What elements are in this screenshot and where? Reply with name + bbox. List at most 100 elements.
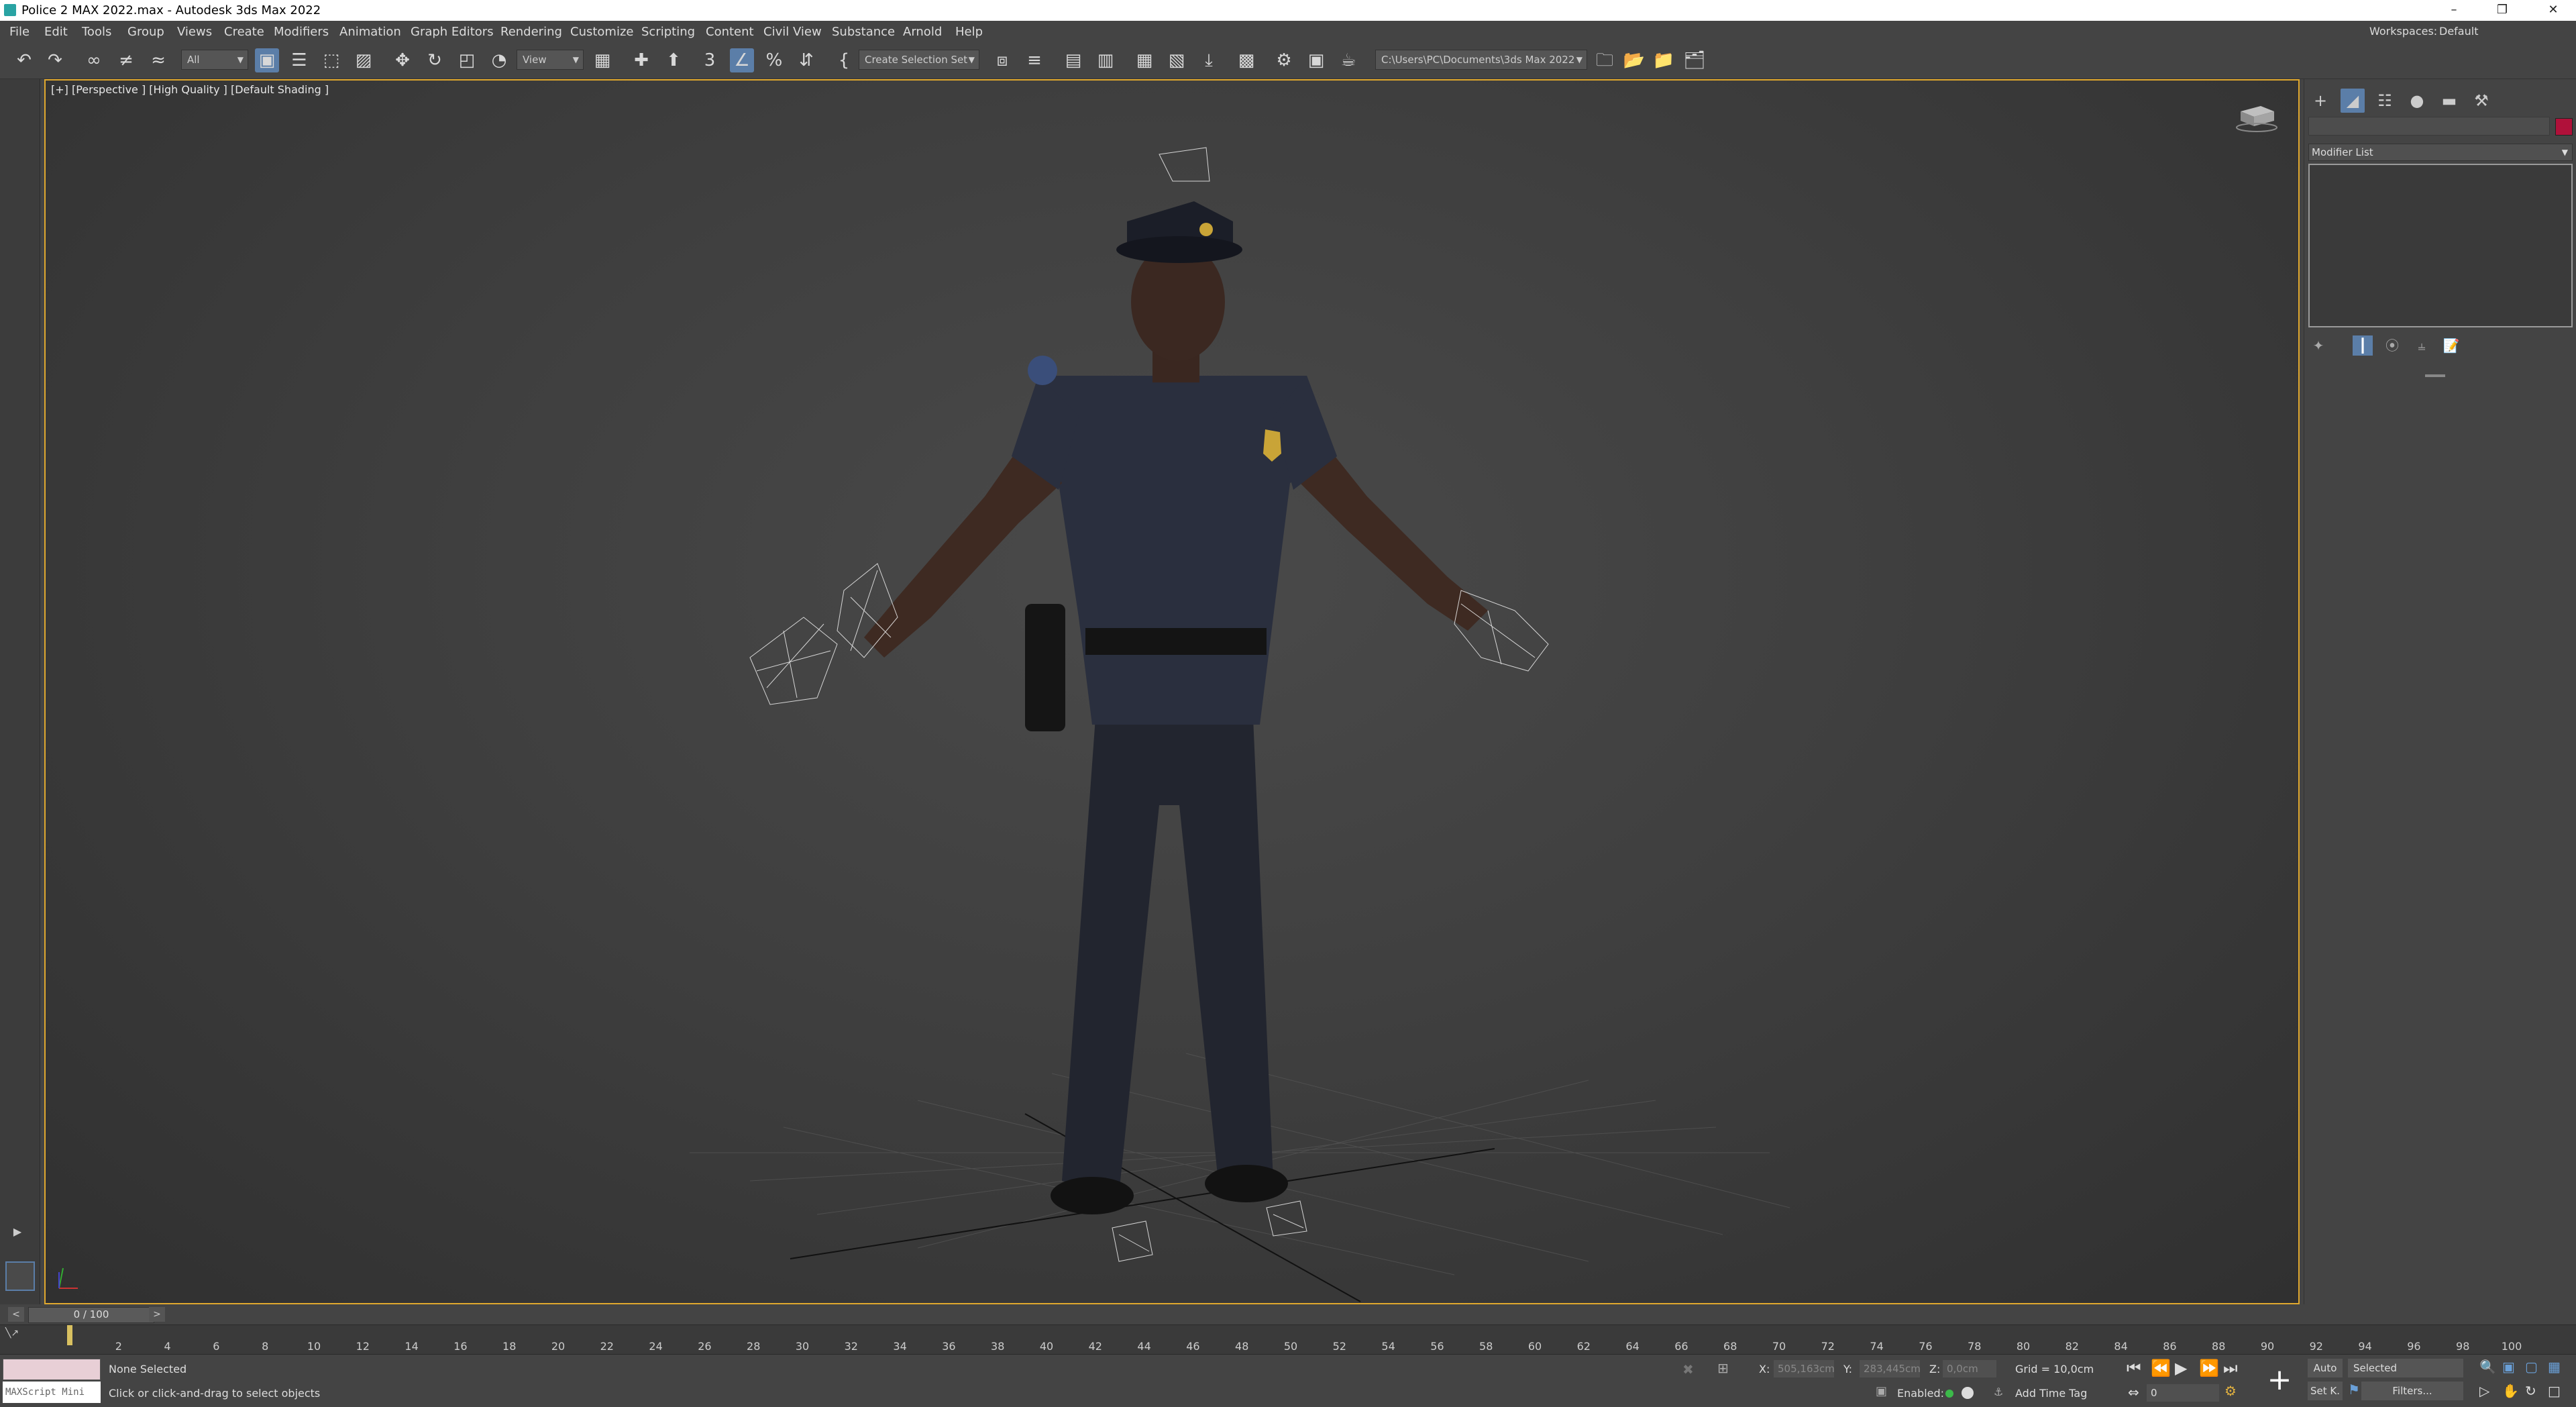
z-coord-field[interactable]: 0,0cm	[1943, 1360, 1996, 1377]
menu-scripting[interactable]: Scripting	[641, 25, 695, 39]
zoom-extents-icon[interactable]: ▢	[2525, 1359, 2538, 1375]
scale-icon[interactable]: ◰	[455, 48, 479, 72]
play-arrow-icon[interactable]: ▶	[9, 1225, 25, 1241]
menu-substance[interactable]: Substance	[832, 25, 895, 39]
menu-rendering[interactable]: Rendering	[500, 25, 562, 39]
next-frame-button[interactable]: >	[149, 1307, 165, 1322]
render-production-icon[interactable]: ☕	[1336, 48, 1360, 72]
menu-civil-view[interactable]: Civil View	[763, 25, 822, 39]
modify-tab-icon[interactable]: ◢	[2341, 89, 2365, 113]
ref-coord-dropdown[interactable]: View ▼	[517, 50, 584, 70]
render-setup-icon[interactable]: ⚙	[1272, 48, 1296, 72]
filters-button[interactable]: Filters...	[2361, 1382, 2463, 1400]
orbit-icon[interactable]: ↻	[2525, 1383, 2536, 1399]
undo-icon[interactable]: ↶	[12, 48, 36, 72]
key-filter-dropdown[interactable]: Selected	[2348, 1359, 2463, 1377]
time-position-marker[interactable]	[67, 1325, 72, 1345]
named-selection-dropdown[interactable]: Create Selection Set ▼	[859, 50, 979, 70]
mirror-icon[interactable]: ⧈	[990, 48, 1014, 72]
folder-settings-icon[interactable]: 🗂	[1682, 48, 1707, 72]
object-name-field[interactable]	[2308, 117, 2550, 136]
go-to-end-icon[interactable]: ⏭	[2223, 1359, 2238, 1377]
move-icon[interactable]: ✥	[390, 48, 415, 72]
remove-modifier-icon[interactable]: ⫨	[2412, 335, 2432, 356]
scene-explorer-icon[interactable]: ▤	[1061, 48, 1085, 72]
show-end-result-icon[interactable]: ┃	[2353, 335, 2373, 356]
maxscript-listener-output[interactable]	[3, 1359, 101, 1380]
menu-views[interactable]: Views	[177, 25, 212, 39]
align-icon[interactable]: ≡	[1022, 48, 1046, 72]
pivot-center-icon[interactable]: ▦	[590, 48, 614, 72]
open-folder-icon[interactable]: 📂	[1622, 48, 1646, 72]
panel-divider[interactable]	[2425, 374, 2445, 377]
set-key-plus-icon[interactable]: +	[2262, 1363, 2297, 1398]
menu-modifiers[interactable]: Modifiers	[274, 25, 329, 39]
layer-explorer-icon[interactable]: ▥	[1093, 48, 1118, 72]
viewcube-icon[interactable]	[2234, 101, 2278, 134]
restore-button[interactable]: ❐	[2486, 1, 2518, 19]
window-crossing-icon[interactable]: ▨	[352, 48, 376, 72]
bind-spacewarp-icon[interactable]: ≈	[146, 48, 170, 72]
link-icon[interactable]: ∞	[82, 48, 106, 72]
menu-animation[interactable]: Animation	[339, 25, 401, 39]
create-tab-icon[interactable]: +	[2308, 89, 2332, 113]
close-button[interactable]: ✕	[2537, 1, 2569, 19]
material-editor-icon[interactable]: ▩	[1234, 48, 1258, 72]
place-icon[interactable]: ◔	[487, 48, 511, 72]
menu-arnold[interactable]: Arnold	[903, 25, 942, 39]
key-mode-icon[interactable]: ⇔	[2128, 1384, 2139, 1400]
fov-icon[interactable]: ▷	[2479, 1383, 2489, 1399]
angle-snap-icon[interactable]: ∠	[730, 48, 754, 72]
schematic-view-icon[interactable]: ⤓	[1197, 48, 1221, 72]
motion-tab-icon[interactable]: ●	[2405, 89, 2429, 113]
unlink-icon[interactable]: ≠	[114, 48, 138, 72]
menu-create[interactable]: Create	[224, 25, 264, 39]
enabled-indicator-icon[interactable]	[1945, 1390, 1953, 1398]
project-path-dropdown[interactable]: C:\Users\PC\Documents\3ds Max 2022 ▼	[1375, 50, 1587, 70]
curve-mini-icon[interactable]: ╲↗	[5, 1328, 59, 1347]
zoom-extents-all-icon[interactable]: ▦	[2548, 1359, 2561, 1375]
track-bar[interactable]: ╲↗ 2 4 6 8 10 12 14 16 18 20 22 24 26 28 30 32 34 36 38 40 4…	[0, 1324, 2576, 1354]
percent-snap-icon[interactable]: %	[762, 48, 786, 72]
project-folder-icon[interactable]: 🗀	[1593, 48, 1617, 72]
isolate-selection-icon[interactable]: ✖	[1682, 1361, 1694, 1377]
curve-editor-icon[interactable]: ▧	[1165, 48, 1189, 72]
zoom-all-icon[interactable]: ▣	[2502, 1359, 2515, 1375]
edit-named-selection-icon[interactable]: {	[832, 48, 856, 72]
menu-tools[interactable]: Tools	[82, 25, 111, 39]
select-object-icon[interactable]: ▣	[255, 48, 279, 72]
spinner-snap-icon[interactable]: ⇵	[794, 48, 818, 72]
pin-stack-icon[interactable]: ✦	[2308, 335, 2328, 356]
snaps-toggle-icon[interactable]: 3	[698, 48, 722, 72]
time-tag-toggle-icon[interactable]	[1962, 1387, 1974, 1399]
maxscript-mini-input[interactable]: MAXScript Mini	[3, 1382, 101, 1403]
folder-plus-icon[interactable]: 📁	[1652, 48, 1676, 72]
utilities-tab-icon[interactable]: ⚒	[2469, 89, 2493, 113]
auto-key-button[interactable]: Auto	[2308, 1359, 2343, 1377]
selection-lock-icon[interactable]: ⊞	[1717, 1360, 1729, 1376]
ribbon-icon[interactable]: ▦	[1132, 48, 1157, 72]
zoom-icon[interactable]: 🔍	[2479, 1359, 2496, 1375]
prev-frame-button[interactable]: <	[8, 1307, 24, 1322]
rect-selection-icon[interactable]: ⬚	[319, 48, 343, 72]
display-tab-icon[interactable]: ▬	[2437, 89, 2461, 113]
next-key-icon[interactable]: ⏩	[2199, 1359, 2219, 1377]
menu-help[interactable]: Help	[955, 25, 983, 39]
time-slider-thumb[interactable]: 0 / 100	[28, 1307, 154, 1323]
x-coord-field[interactable]: 505,163cm	[1774, 1360, 1835, 1377]
key-filters-icon[interactable]: ⚑	[2348, 1382, 2360, 1398]
adaptive-degradation-icon[interactable]: ▣	[1876, 1384, 1887, 1398]
menu-file[interactable]: File	[9, 25, 30, 39]
select-by-name-icon[interactable]: ☰	[287, 48, 311, 72]
menu-customize[interactable]: Customize	[570, 25, 633, 39]
object-color-swatch[interactable]	[2555, 118, 2573, 136]
prev-key-icon[interactable]: ⏪	[2151, 1359, 2171, 1377]
viewport-layout-icon[interactable]	[5, 1261, 35, 1291]
menu-edit[interactable]: Edit	[44, 25, 68, 39]
pan-icon[interactable]: ✋	[2502, 1383, 2519, 1399]
menu-content[interactable]: Content	[706, 25, 754, 39]
play-icon[interactable]: ▶	[2175, 1359, 2187, 1377]
hierarchy-tab-icon[interactable]: ☷	[2373, 89, 2397, 113]
configure-sets-icon[interactable]: 📝	[2441, 335, 2461, 356]
workspaces-dropdown[interactable]: Default	[2439, 25, 2478, 38]
